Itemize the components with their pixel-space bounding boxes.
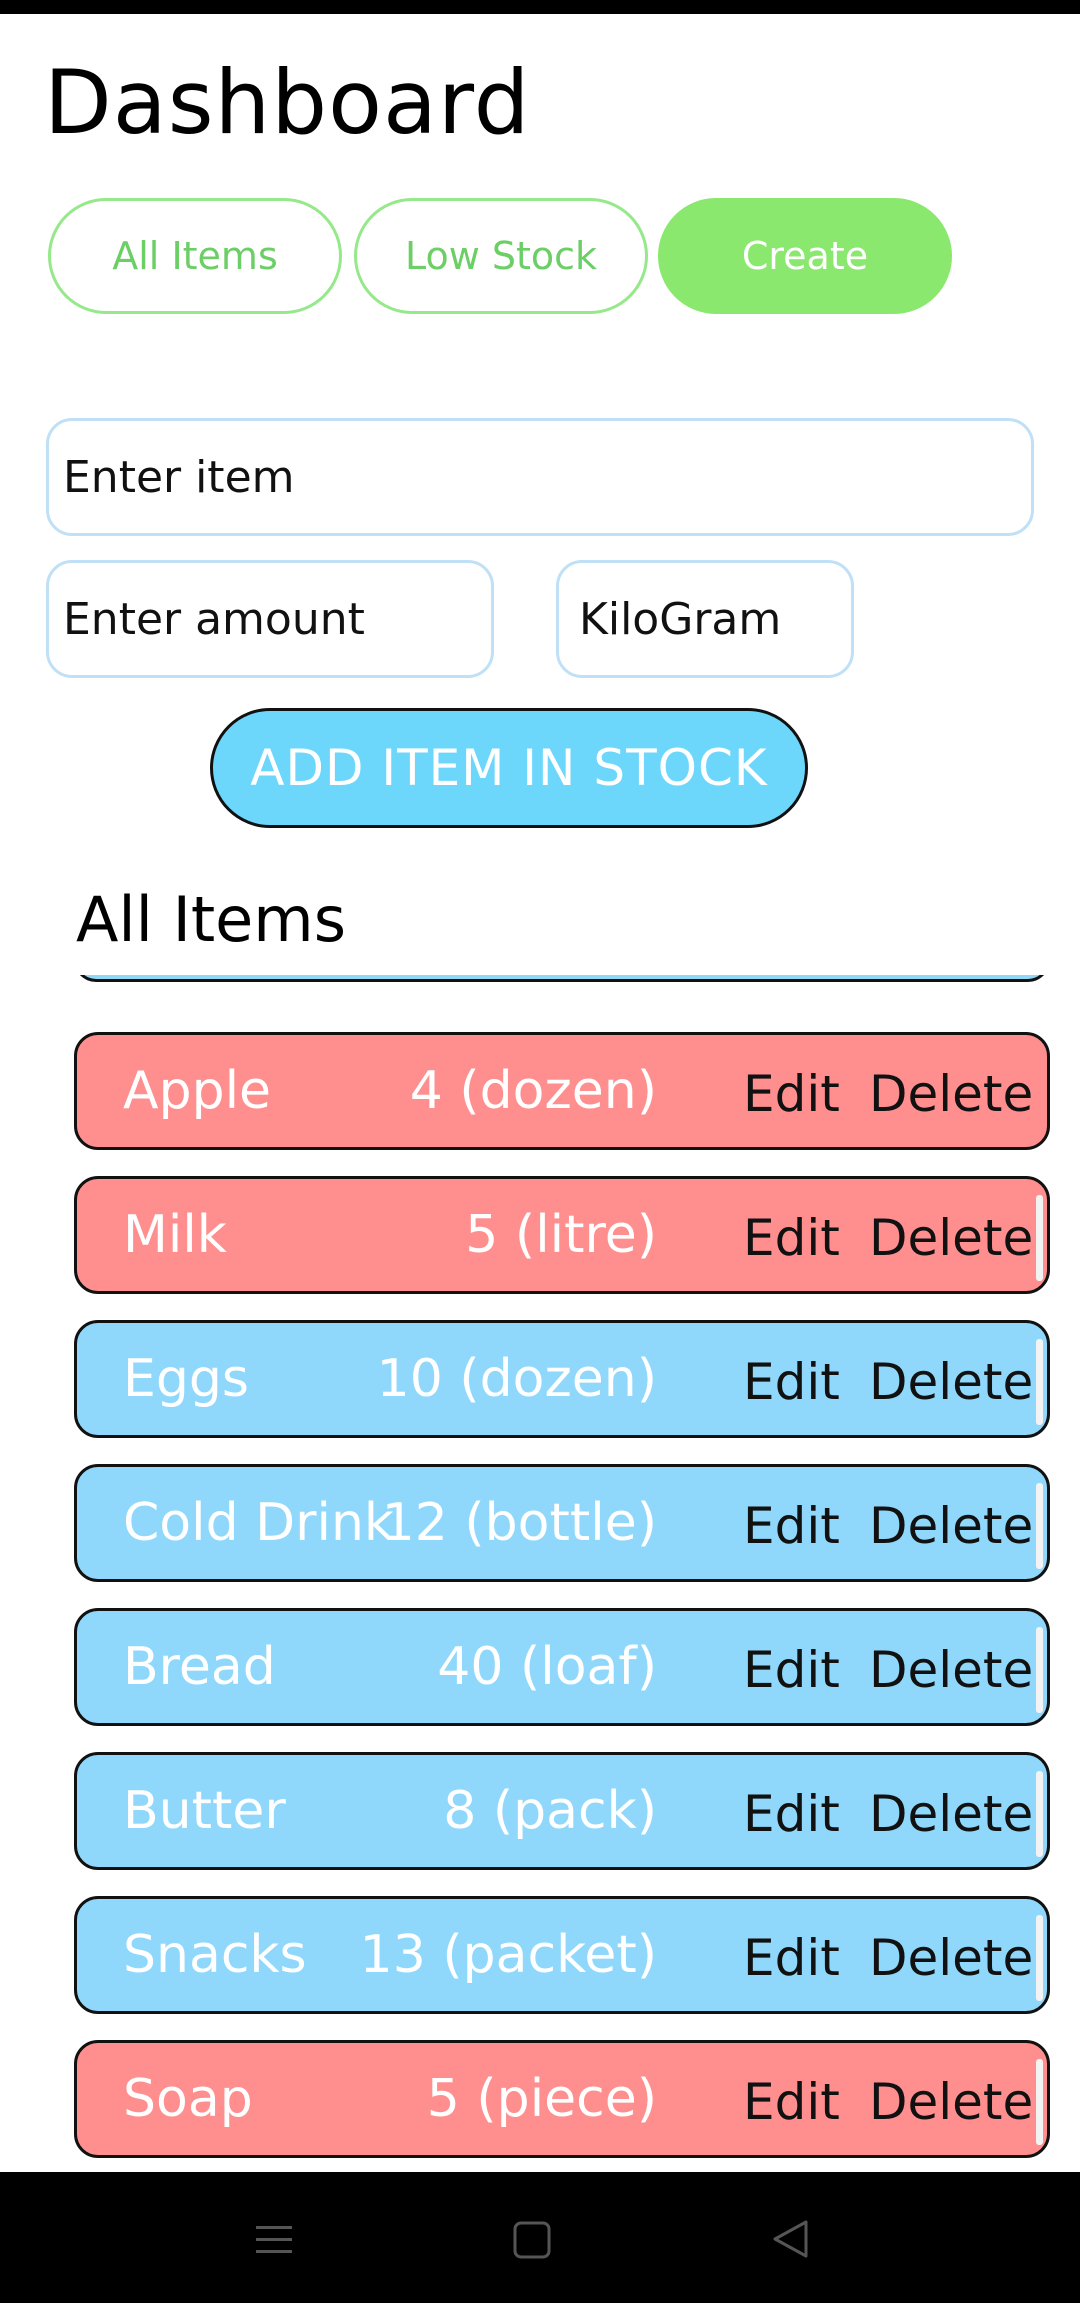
item-quantity: 5 (litre) xyxy=(465,1205,657,1265)
item-name: Snacks xyxy=(123,1925,307,1985)
amount-input[interactable]: Enter amount xyxy=(46,560,494,678)
menu-icon[interactable] xyxy=(254,2224,294,2260)
back-triangle-icon[interactable] xyxy=(770,2218,810,2264)
delete-button[interactable]: Delete xyxy=(869,2043,1033,2161)
list-item: Eggs 10 (dozen) Edit Delete xyxy=(74,1320,1050,1438)
list-item: Apple 4 (dozen) Edit Delete xyxy=(74,1032,1050,1150)
scroll-indicator xyxy=(1036,2059,1043,2145)
item-input[interactable]: Enter item xyxy=(46,418,1034,536)
status-bar xyxy=(0,0,1080,14)
item-quantity: 4 (dozen) xyxy=(409,1061,657,1121)
delete-button[interactable]: Delete xyxy=(869,1323,1033,1441)
list-title: All Items xyxy=(76,883,347,956)
list-item: Soap 5 (piece) Edit Delete xyxy=(74,2040,1050,2158)
item-name: Soap xyxy=(123,2069,253,2129)
edit-button[interactable]: Edit xyxy=(743,2043,840,2161)
item-quantity: 13 (packet) xyxy=(359,1925,657,1985)
scroll-indicator xyxy=(1036,1627,1043,1713)
list-item-partial xyxy=(74,975,1050,982)
item-list[interactable]: Apple 4 (dozen) Edit Delete Milk 5 (litre) Edi… xyxy=(0,975,1080,2172)
edit-button[interactable]: Edit xyxy=(743,1179,840,1297)
item-quantity: 10 (dozen) xyxy=(376,1349,657,1409)
delete-button[interactable]: Delete xyxy=(869,1611,1033,1729)
tab-all-items[interactable]: All Items xyxy=(48,198,342,314)
item-quantity: 12 (bottle) xyxy=(381,1493,657,1553)
tab-create[interactable]: Create xyxy=(658,198,952,314)
tab-bar: All Items Low Stock Create xyxy=(48,198,1048,318)
item-quantity: 40 (loaf) xyxy=(437,1637,657,1697)
item-name: Eggs xyxy=(123,1349,249,1409)
delete-button[interactable]: Delete xyxy=(869,1467,1033,1585)
edit-button[interactable]: Edit xyxy=(743,1755,840,1873)
edit-button[interactable]: Edit xyxy=(743,1467,840,1585)
list-item: Cold Drink 12 (bottle) Edit Delete xyxy=(74,1464,1050,1582)
item-name: Apple xyxy=(123,1061,272,1121)
delete-button[interactable]: Delete xyxy=(869,1899,1033,2017)
delete-button[interactable]: Delete xyxy=(869,1179,1033,1297)
delete-button[interactable]: Delete xyxy=(869,1035,1033,1153)
page-title: Dashboard xyxy=(44,51,531,154)
item-quantity: 5 (piece) xyxy=(426,2069,657,2129)
edit-button[interactable]: Edit xyxy=(743,1899,840,2017)
scroll-indicator xyxy=(1036,1771,1043,1857)
delete-button[interactable]: Delete xyxy=(869,1755,1033,1873)
item-name: Bread xyxy=(123,1637,276,1697)
list-item: Butter 8 (pack) Edit Delete xyxy=(74,1752,1050,1870)
edit-button[interactable]: Edit xyxy=(743,1035,840,1153)
item-name: Butter xyxy=(123,1781,286,1841)
list-item: Bread 40 (loaf) Edit Delete xyxy=(74,1608,1050,1726)
scroll-indicator xyxy=(1036,1915,1043,2001)
item-quantity: 8 (pack) xyxy=(443,1781,657,1841)
edit-button[interactable]: Edit xyxy=(743,1323,840,1441)
scroll-indicator xyxy=(1036,1339,1043,1425)
unit-select[interactable]: KiloGram xyxy=(556,560,854,678)
add-item-button[interactable]: ADD ITEM IN STOCK xyxy=(210,708,808,828)
tab-low-stock[interactable]: Low Stock xyxy=(354,198,648,314)
edit-button[interactable]: Edit xyxy=(743,1611,840,1729)
scroll-indicator xyxy=(1036,1195,1043,1281)
list-item: Milk 5 (litre) Edit Delete xyxy=(74,1176,1050,1294)
scroll-indicator xyxy=(1036,1483,1043,1569)
home-square-icon[interactable] xyxy=(512,2220,552,2264)
item-name: Cold Drink xyxy=(123,1493,395,1553)
item-name: Milk xyxy=(123,1205,227,1265)
system-nav-bar xyxy=(0,2172,1080,2303)
list-item: Snacks 13 (packet) Edit Delete xyxy=(74,1896,1050,2014)
